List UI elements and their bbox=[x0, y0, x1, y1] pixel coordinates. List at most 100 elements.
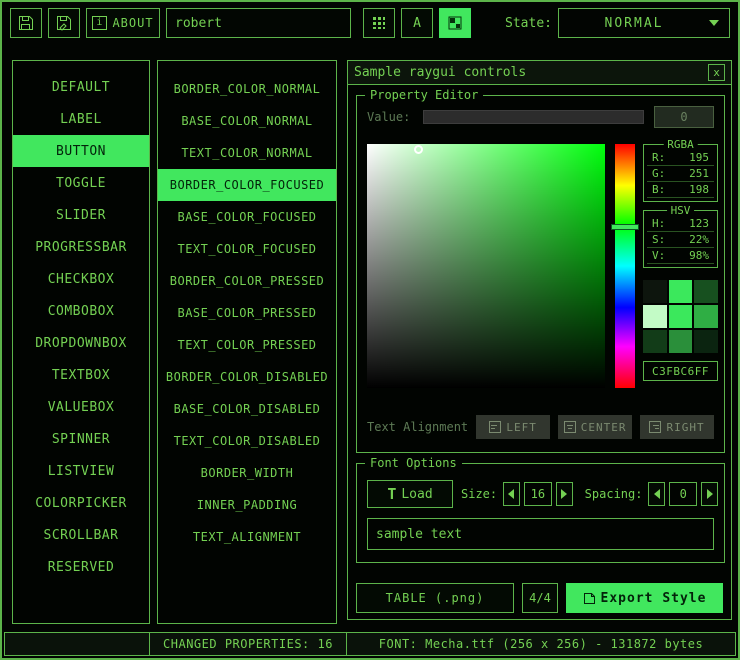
property-item-border_width[interactable]: BORDER_WIDTH bbox=[158, 457, 336, 489]
filled-grid-icon bbox=[448, 16, 462, 30]
control-item-default[interactable]: DEFAULT bbox=[13, 71, 149, 103]
value-row: Value: 0 bbox=[367, 106, 714, 128]
style-name-input[interactable] bbox=[166, 8, 351, 38]
color-saturation-value-panel[interactable] bbox=[367, 144, 605, 388]
spacing-increase-button[interactable] bbox=[701, 482, 718, 506]
color-cursor[interactable] bbox=[414, 145, 423, 154]
spacing-value-box[interactable]: 0 bbox=[669, 482, 697, 506]
control-item-scrollbar[interactable]: SCROLLBAR bbox=[13, 519, 149, 551]
font-options-group: Font Options T Load Size: 16 Spacing: bbox=[356, 463, 725, 563]
export-format-button[interactable]: TABLE (.png) bbox=[356, 583, 514, 613]
hex-value-text: C3FBC6FF bbox=[652, 365, 709, 378]
color-readout-column: RGBA R: 195 G: 251 B: 198 bbox=[643, 144, 718, 388]
align-center-label: CENTER bbox=[581, 421, 627, 434]
hue-slider-handle[interactable] bbox=[611, 224, 639, 230]
palette-swatch-3[interactable] bbox=[643, 305, 667, 328]
palette-swatch-7[interactable] bbox=[669, 330, 693, 353]
property-item-text_color_focused[interactable]: TEXT_COLOR_FOCUSED bbox=[158, 233, 336, 265]
floppy-disk-icon bbox=[18, 15, 34, 31]
control-item-dropdownbox[interactable]: DROPDOWNBOX bbox=[13, 327, 149, 359]
align-center-icon bbox=[564, 421, 576, 433]
sample-window-titlebar: Sample raygui controls x bbox=[348, 61, 731, 85]
chevron-down-icon bbox=[709, 20, 719, 26]
control-item-slider[interactable]: SLIDER bbox=[13, 199, 149, 231]
hex-value-box[interactable]: C3FBC6FF bbox=[643, 361, 718, 381]
property-item-base_color_disabled[interactable]: BASE_COLOR_DISABLED bbox=[158, 393, 336, 425]
b-value: 198 bbox=[689, 183, 709, 196]
palette-swatch-0[interactable] bbox=[643, 280, 667, 303]
hsv-label: HSV bbox=[667, 204, 695, 217]
state-dropdown[interactable]: NORMAL bbox=[558, 8, 730, 38]
r-key: R: bbox=[652, 151, 665, 164]
control-item-button[interactable]: BUTTON bbox=[13, 135, 149, 167]
control-item-colorpicker[interactable]: COLORPICKER bbox=[13, 487, 149, 519]
align-right-icon bbox=[649, 421, 661, 433]
value-box[interactable]: 0 bbox=[654, 106, 714, 128]
style-table-button[interactable] bbox=[363, 8, 395, 38]
size-value-box[interactable]: 16 bbox=[524, 482, 552, 506]
control-item-combobox[interactable]: COMBOBOX bbox=[13, 295, 149, 327]
control-item-progressbar[interactable]: PROGRESSBAR bbox=[13, 231, 149, 263]
align-left-button[interactable]: LEFT bbox=[476, 415, 550, 439]
align-center-button[interactable]: CENTER bbox=[558, 415, 632, 439]
status-bar: CHANGED PROPERTIES: 16 FONT: Mecha.ttf (… bbox=[4, 632, 736, 656]
property-editor-label: Property Editor bbox=[365, 88, 483, 102]
property-item-text_color_normal[interactable]: TEXT_COLOR_NORMAL bbox=[158, 137, 336, 169]
font-load-button[interactable]: T Load bbox=[367, 480, 453, 508]
s-key: S: bbox=[652, 233, 665, 246]
property-item-text_color_disabled[interactable]: TEXT_COLOR_DISABLED bbox=[158, 425, 336, 457]
about-button[interactable]: i ABOUT bbox=[86, 8, 160, 38]
control-item-textbox[interactable]: TEXTBOX bbox=[13, 359, 149, 391]
rgba-row-r: R: 195 bbox=[647, 150, 714, 166]
font-load-label: Load bbox=[401, 487, 432, 502]
control-item-spinner[interactable]: SPINNER bbox=[13, 423, 149, 455]
palette-swatch-6[interactable] bbox=[643, 330, 667, 353]
rgba-row-b: B: 198 bbox=[647, 182, 714, 198]
export-style-button[interactable]: Export Style bbox=[566, 583, 723, 613]
r-value: 195 bbox=[689, 151, 709, 164]
control-item-toggle[interactable]: TOGGLE bbox=[13, 167, 149, 199]
floppy-disk-pen-icon bbox=[56, 15, 72, 31]
sample-text-input[interactable]: sample text bbox=[367, 518, 714, 550]
property-item-base_color_pressed[interactable]: BASE_COLOR_PRESSED bbox=[158, 297, 336, 329]
property-item-inner_padding[interactable]: INNER_PADDING bbox=[158, 489, 336, 521]
control-item-checkbox[interactable]: CHECKBOX bbox=[13, 263, 149, 295]
value-slider[interactable] bbox=[423, 110, 644, 124]
spacing-decrease-button[interactable] bbox=[648, 482, 665, 506]
spacing-label: Spacing: bbox=[585, 487, 643, 501]
font-atlas-button[interactable]: A bbox=[401, 8, 433, 38]
property-item-base_color_normal[interactable]: BASE_COLOR_NORMAL bbox=[158, 105, 336, 137]
pages-value-box[interactable]: 4/4 bbox=[522, 583, 558, 613]
property-item-border_color_disabled[interactable]: BORDER_COLOR_DISABLED bbox=[158, 361, 336, 393]
property-item-base_color_focused[interactable]: BASE_COLOR_FOCUSED bbox=[158, 201, 336, 233]
size-increase-button[interactable] bbox=[556, 482, 573, 506]
property-item-border_color_pressed[interactable]: BORDER_COLOR_PRESSED bbox=[158, 265, 336, 297]
save-as-style-button[interactable] bbox=[48, 8, 80, 38]
g-value: 251 bbox=[689, 167, 709, 180]
b-key: B: bbox=[652, 183, 665, 196]
text-alignment-row: Text Alignment LEFT CENTER bbox=[367, 414, 714, 440]
control-item-label[interactable]: LABEL bbox=[13, 103, 149, 135]
export-file-icon bbox=[583, 592, 596, 605]
property-item-text_color_pressed[interactable]: TEXT_COLOR_PRESSED bbox=[158, 329, 336, 361]
control-item-valuebox[interactable]: VALUEBOX bbox=[13, 391, 149, 423]
save-style-button[interactable] bbox=[10, 8, 42, 38]
control-item-listview[interactable]: LISTVIEW bbox=[13, 455, 149, 487]
property-item-text_alignment[interactable]: TEXT_ALIGNMENT bbox=[158, 521, 336, 553]
close-button[interactable]: x bbox=[708, 64, 725, 81]
grid-dots-icon bbox=[372, 16, 386, 30]
align-right-button[interactable]: RIGHT bbox=[640, 415, 714, 439]
palette-swatch-8[interactable] bbox=[694, 330, 718, 353]
style-preview-button[interactable] bbox=[439, 8, 471, 38]
hue-bar[interactable] bbox=[615, 144, 635, 388]
palette-swatch-5[interactable] bbox=[694, 305, 718, 328]
property-item-border_color_normal[interactable]: BORDER_COLOR_NORMAL bbox=[158, 73, 336, 105]
palette-swatch-2[interactable] bbox=[694, 280, 718, 303]
value-label: Value: bbox=[367, 110, 413, 124]
hsv-row-h: H: 123 bbox=[647, 216, 714, 232]
property-item-border_color_focused[interactable]: BORDER_COLOR_FOCUSED bbox=[158, 169, 336, 201]
palette-swatch-4[interactable] bbox=[669, 305, 693, 328]
size-decrease-button[interactable] bbox=[503, 482, 520, 506]
palette-swatch-1[interactable] bbox=[669, 280, 693, 303]
control-item-reserved[interactable]: RESERVED bbox=[13, 551, 149, 583]
